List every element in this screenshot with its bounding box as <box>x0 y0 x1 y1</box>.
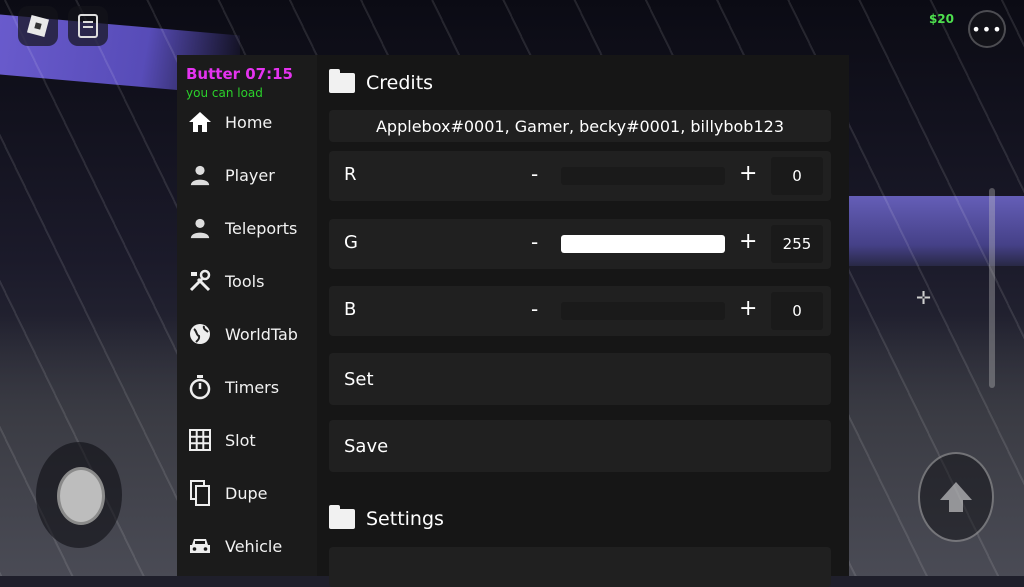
sidebar-item-player[interactable]: Player <box>187 155 312 195</box>
decrement-button[interactable]: - <box>531 297 538 321</box>
value-input[interactable]: 0 <box>771 292 823 330</box>
color-row-g: G - + 255 <box>329 219 831 269</box>
decrement-button[interactable]: - <box>531 230 538 254</box>
sidebar-item-label: WorldTab <box>225 324 298 344</box>
sidebar-item-dupe[interactable]: Dupe <box>187 473 312 513</box>
credits-text: Applebox#0001, Gamer, becky#0001, billyb… <box>329 110 831 142</box>
roblox-logo-icon <box>26 14 50 38</box>
save-button[interactable]: Save <box>329 420 831 472</box>
sidebar-item-vehicle[interactable]: Vehicle <box>187 526 312 566</box>
section-title: Settings <box>366 508 444 530</box>
set-button[interactable]: Set <box>329 353 831 405</box>
slider-fill <box>561 235 725 253</box>
color-slider[interactable] <box>561 302 725 320</box>
grid-icon <box>187 427 213 453</box>
increment-button[interactable]: + <box>739 296 757 321</box>
color-label: R <box>344 164 357 185</box>
jump-button[interactable] <box>918 452 994 542</box>
copy-icon <box>187 480 213 506</box>
value-input[interactable]: 255 <box>771 225 823 263</box>
folder-icon <box>329 505 355 529</box>
globe-icon <box>187 321 213 347</box>
sidebar-item-label: Dupe <box>225 483 268 503</box>
increment-button[interactable]: + <box>739 229 757 254</box>
sidebar-item-label: Home <box>225 112 273 132</box>
color-label: B <box>344 299 357 320</box>
sidebar-item-label: Timers <box>225 377 280 397</box>
sidebar-item-label: Vehicle <box>225 536 283 556</box>
script-hub-window: Butter 07:15 you can load Home Player Te… <box>177 55 849 587</box>
sidebar-item-home[interactable]: Home <box>187 102 312 142</box>
thumbstick-knob[interactable] <box>57 467 105 525</box>
credits-section-header: Credits <box>329 63 433 103</box>
sidebar-item-tools[interactable]: Tools <box>187 261 312 301</box>
chat-icon <box>78 14 98 38</box>
sidebar-item-timers[interactable]: Timers <box>187 367 312 407</box>
sidebar-item-label: Slot <box>225 430 256 450</box>
more-options-button[interactable]: ••• <box>968 10 1006 48</box>
person-icon <box>187 215 213 241</box>
person-icon <box>187 162 213 188</box>
crosshair-icon: ✛ <box>916 288 932 309</box>
hub-status: you can load <box>186 86 263 100</box>
hub-title: Butter 07:15 <box>186 65 293 83</box>
value-input[interactable]: 0 <box>771 157 823 195</box>
roblox-menu-button[interactable] <box>18 6 58 46</box>
distant-hill <box>834 196 1024 266</box>
scrollbar[interactable] <box>989 188 995 388</box>
sidebar-item-worldtab[interactable]: WorldTab <box>187 314 312 354</box>
color-label: G <box>344 232 358 253</box>
settings-row[interactable] <box>329 547 831 587</box>
folder-icon <box>329 69 355 93</box>
sidebar: Butter 07:15 you can load Home Player Te… <box>177 55 317 576</box>
car-icon <box>187 533 213 559</box>
sidebar-item-label: Tools <box>225 271 265 291</box>
color-row-r: R - + 0 <box>329 151 831 201</box>
money-display: $20 <box>928 12 954 26</box>
color-row-b: B - + 0 <box>329 286 831 336</box>
settings-section-header: Settings <box>329 499 444 539</box>
content-panel: Credits Applebox#0001, Gamer, becky#0001… <box>329 55 839 587</box>
chat-button[interactable] <box>68 6 108 46</box>
up-arrow-icon <box>940 482 972 512</box>
ellipsis-icon: ••• <box>971 19 1003 39</box>
timer-icon <box>187 374 213 400</box>
section-title: Credits <box>366 72 434 94</box>
increment-button[interactable]: + <box>739 161 757 186</box>
sidebar-item-teleports[interactable]: Teleports <box>187 208 312 248</box>
color-slider[interactable] <box>561 235 725 253</box>
home-icon <box>187 109 213 135</box>
sidebar-item-label: Player <box>225 165 275 185</box>
sidebar-item-label: Teleports <box>225 218 298 238</box>
tools-icon <box>187 268 213 294</box>
color-slider[interactable] <box>561 167 725 185</box>
decrement-button[interactable]: - <box>531 162 538 186</box>
sidebar-item-slot[interactable]: Slot <box>187 420 312 460</box>
